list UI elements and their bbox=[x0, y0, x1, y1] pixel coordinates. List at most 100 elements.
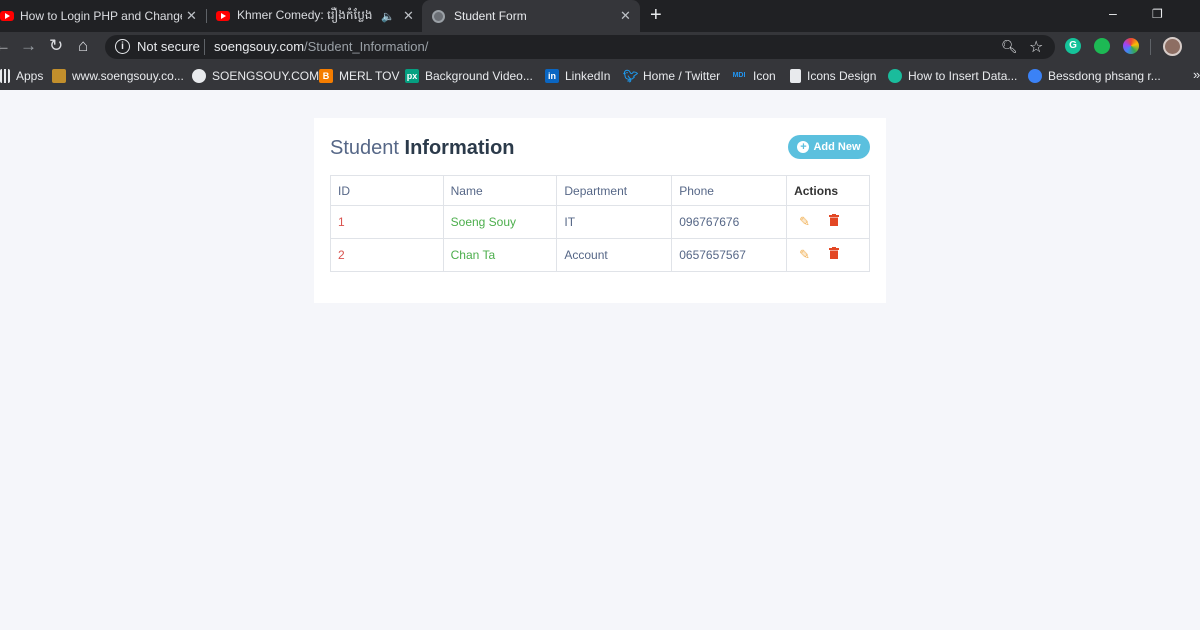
edit-icon[interactable]: ✎ bbox=[799, 247, 810, 263]
title-bold: Information bbox=[404, 137, 515, 159]
header-name: Name bbox=[442, 175, 558, 206]
bookmark-label: MERL TOV bbox=[339, 69, 400, 83]
page-icon bbox=[790, 69, 801, 83]
minimize-button[interactable]: – bbox=[1109, 5, 1117, 21]
plus-circle-icon: + bbox=[797, 141, 810, 153]
mdi-icon: MDI bbox=[732, 72, 746, 79]
tab-khmer-comedy[interactable]: Khmer Comedy: រឿងកំប្លែង 🔈 ✕ bbox=[207, 0, 420, 32]
cell-id: 1 bbox=[330, 205, 444, 239]
blogger-icon: B bbox=[319, 69, 333, 83]
pexels-icon: px bbox=[405, 69, 419, 83]
toolbar-divider bbox=[1150, 39, 1151, 55]
omnibox-divider bbox=[204, 39, 205, 55]
header-department: Department bbox=[556, 175, 673, 206]
youtube-icon bbox=[216, 11, 230, 21]
globe-icon bbox=[432, 9, 445, 23]
cell-name: Chan Ta bbox=[442, 238, 558, 272]
page-title: Student Information bbox=[330, 137, 515, 160]
tab-strip: How to Login PHP and Change M ✕ Khmer Co… bbox=[0, 0, 1200, 32]
bookmark-label: LinkedIn bbox=[565, 69, 611, 83]
bookmark-label: How to Insert Data... bbox=[908, 69, 1018, 83]
site-icon bbox=[52, 69, 66, 83]
shield-icon bbox=[888, 69, 902, 83]
tab-title: Khmer Comedy: រឿងកំប្លែង bbox=[237, 8, 373, 22]
bookmark-bessdong[interactable]: Bessdong phsang r... bbox=[1028, 68, 1161, 84]
cell-id: 2 bbox=[330, 238, 444, 272]
student-card: Student Information + Add New ID Name De… bbox=[314, 118, 886, 303]
cell-actions: ✎ bbox=[786, 238, 870, 272]
tab-title: How to Login PHP and Change M bbox=[20, 9, 182, 23]
security-label[interactable]: Not secure bbox=[137, 39, 200, 54]
address-bar[interactable]: i Not secure soengsouy.com /Student_Info… bbox=[105, 35, 1055, 59]
bookmark-linkedin[interactable]: in LinkedIn bbox=[545, 68, 610, 84]
url-host[interactable]: soengsouy.com bbox=[214, 39, 304, 54]
twitter-icon: 🐦︎ bbox=[623, 69, 639, 83]
bookmark-twitter[interactable]: 🐦︎ Home / Twitter bbox=[623, 68, 720, 84]
bookmark-icons-design[interactable]: Icons Design bbox=[790, 68, 876, 84]
add-new-label: Add New bbox=[813, 141, 861, 153]
header-phone: Phone bbox=[671, 175, 788, 206]
close-tab-icon[interactable]: ✕ bbox=[620, 8, 631, 24]
bookmark-label: SOENGSOUY.COM bbox=[212, 69, 320, 83]
circle-play-icon bbox=[1028, 69, 1042, 83]
header-actions: Actions bbox=[786, 175, 870, 206]
table-row: 2 Chan Ta Account 0657657567 ✎ bbox=[330, 238, 870, 272]
info-icon[interactable]: i bbox=[115, 39, 130, 54]
cell-department: IT bbox=[556, 205, 673, 239]
globe-icon bbox=[192, 69, 206, 83]
new-tab-button[interactable]: + bbox=[650, 4, 662, 27]
apps-grid-icon bbox=[0, 69, 10, 83]
more-bookmarks-icon[interactable]: » bbox=[1193, 67, 1200, 82]
forward-icon[interactable]: → bbox=[20, 36, 37, 56]
bookmarks-bar: Apps www.soengsouy.co... SOENGSOUY.COM B… bbox=[0, 62, 1200, 90]
delete-icon[interactable] bbox=[828, 247, 839, 262]
tab-student-form[interactable]: Student Form ✕ bbox=[422, 0, 640, 32]
bookmark-label: www.soengsouy.co... bbox=[72, 69, 184, 83]
bookmark-star-icon[interactable]: ☆ bbox=[1029, 37, 1043, 57]
profile-avatar[interactable] bbox=[1163, 37, 1182, 56]
bookmark-soengsouy-site[interactable]: www.soengsouy.co... bbox=[52, 68, 184, 84]
bookmark-merl-tov[interactable]: B MERL TOV bbox=[319, 68, 399, 84]
cell-actions: ✎ bbox=[786, 205, 870, 239]
cell-phone: 0657657567 bbox=[671, 238, 788, 272]
table-header-row: ID Name Department Phone Actions bbox=[330, 175, 870, 206]
linkedin-icon: in bbox=[545, 69, 559, 83]
color-picker-extension-icon[interactable] bbox=[1123, 38, 1139, 54]
bookmark-background-video[interactable]: px Background Video... bbox=[405, 68, 533, 84]
cell-name: Soeng Souy bbox=[442, 205, 558, 239]
home-icon[interactable]: ⌂ bbox=[78, 36, 88, 56]
back-icon[interactable]: ← bbox=[0, 36, 11, 56]
close-tab-icon[interactable]: ✕ bbox=[403, 8, 414, 24]
bookmark-icon[interactable]: MDI Icon bbox=[731, 68, 776, 84]
delete-icon[interactable] bbox=[828, 214, 839, 229]
edit-icon[interactable]: ✎ bbox=[799, 214, 810, 230]
table-row: 1 Soeng Souy IT 096767676 ✎ bbox=[330, 205, 870, 239]
audio-playing-icon[interactable]: 🔈 bbox=[381, 10, 395, 23]
close-tab-icon[interactable]: ✕ bbox=[186, 8, 197, 24]
restore-button[interactable]: ❐ bbox=[1152, 7, 1163, 21]
bookmark-insert-data[interactable]: How to Insert Data... bbox=[888, 68, 1017, 84]
reload-icon[interactable]: ↻ bbox=[49, 36, 63, 56]
bookmark-label: Icons Design bbox=[807, 69, 877, 83]
add-new-button[interactable]: + Add New bbox=[788, 135, 870, 159]
bookmark-label: Icon bbox=[753, 69, 776, 83]
zoom-icon[interactable]: 🔍︎ bbox=[1001, 39, 1018, 55]
cell-phone: 096767676 bbox=[671, 205, 788, 239]
student-table: ID Name Department Phone Actions 1 Soeng… bbox=[330, 175, 870, 272]
bookmark-soengsouy-com[interactable]: SOENGSOUY.COM bbox=[192, 68, 319, 84]
tab-title: Student Form bbox=[454, 9, 527, 23]
chat-extension-icon[interactable] bbox=[1094, 38, 1110, 54]
bookmark-label: Apps bbox=[16, 69, 44, 83]
title-light: Student bbox=[330, 137, 405, 159]
bookmark-label: Home / Twitter bbox=[643, 69, 721, 83]
bookmark-label: Background Video... bbox=[425, 69, 533, 83]
url-path[interactable]: /Student_Information/ bbox=[304, 39, 428, 54]
youtube-icon bbox=[0, 11, 14, 21]
header-id: ID bbox=[330, 175, 444, 206]
tab-login-php[interactable]: How to Login PHP and Change M ✕ bbox=[0, 0, 205, 32]
grammarly-icon[interactable]: G bbox=[1065, 38, 1081, 54]
bookmark-apps[interactable]: Apps bbox=[0, 68, 43, 84]
bookmark-label: Bessdong phsang r... bbox=[1048, 69, 1161, 83]
cell-department: Account bbox=[556, 238, 673, 272]
browser-toolbar: ← → ↻ ⌂ i Not secure soengsouy.com /Stud… bbox=[0, 32, 1200, 62]
